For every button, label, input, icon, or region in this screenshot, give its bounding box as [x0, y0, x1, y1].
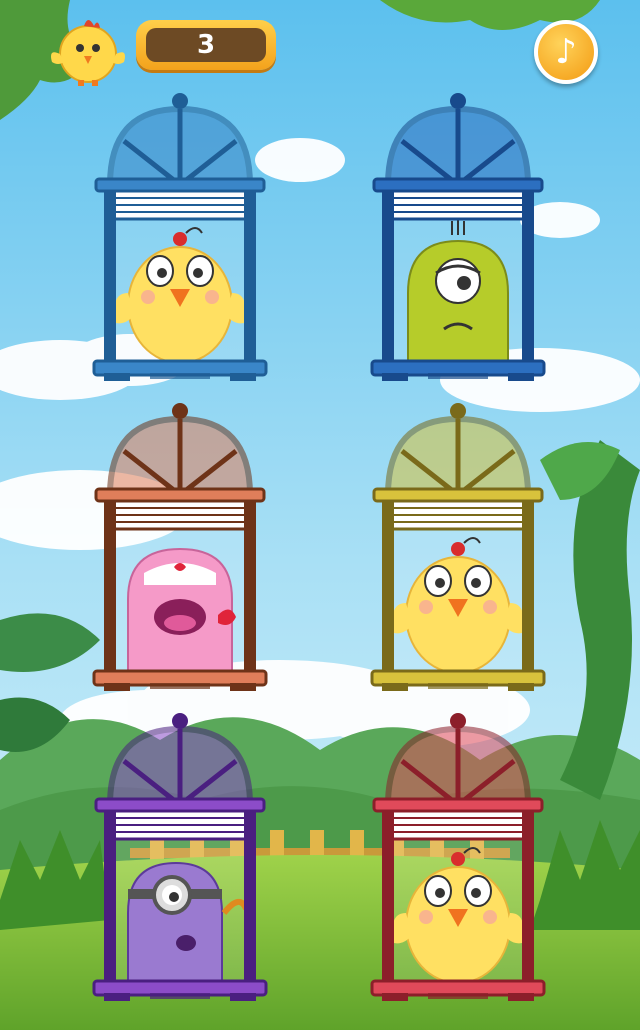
- birdcage-icon: [92, 713, 268, 1001]
- pink-monster-creature: [127, 547, 236, 673]
- music-note-icon: ♪: [555, 32, 577, 72]
- birdcage-icon: [370, 93, 546, 381]
- cage-3[interactable]: [90, 403, 270, 693]
- game-scene: 3 ♪: [0, 0, 640, 1030]
- cage-1[interactable]: [90, 93, 270, 383]
- score-value: 3: [146, 28, 266, 62]
- cage-5[interactable]: [90, 713, 270, 1003]
- cage-4[interactable]: [368, 403, 548, 693]
- music-toggle-button[interactable]: ♪: [534, 20, 598, 84]
- player-chick-avatar-icon: [51, 20, 125, 86]
- birdcage-icon: [370, 713, 546, 1001]
- birdcage-icon: [92, 403, 268, 691]
- cage-2[interactable]: [368, 93, 548, 383]
- score-panel: 3: [136, 20, 276, 70]
- birdcage-icon: [92, 93, 268, 381]
- birdcage-icon: [370, 403, 546, 691]
- cage-6[interactable]: [368, 713, 548, 1003]
